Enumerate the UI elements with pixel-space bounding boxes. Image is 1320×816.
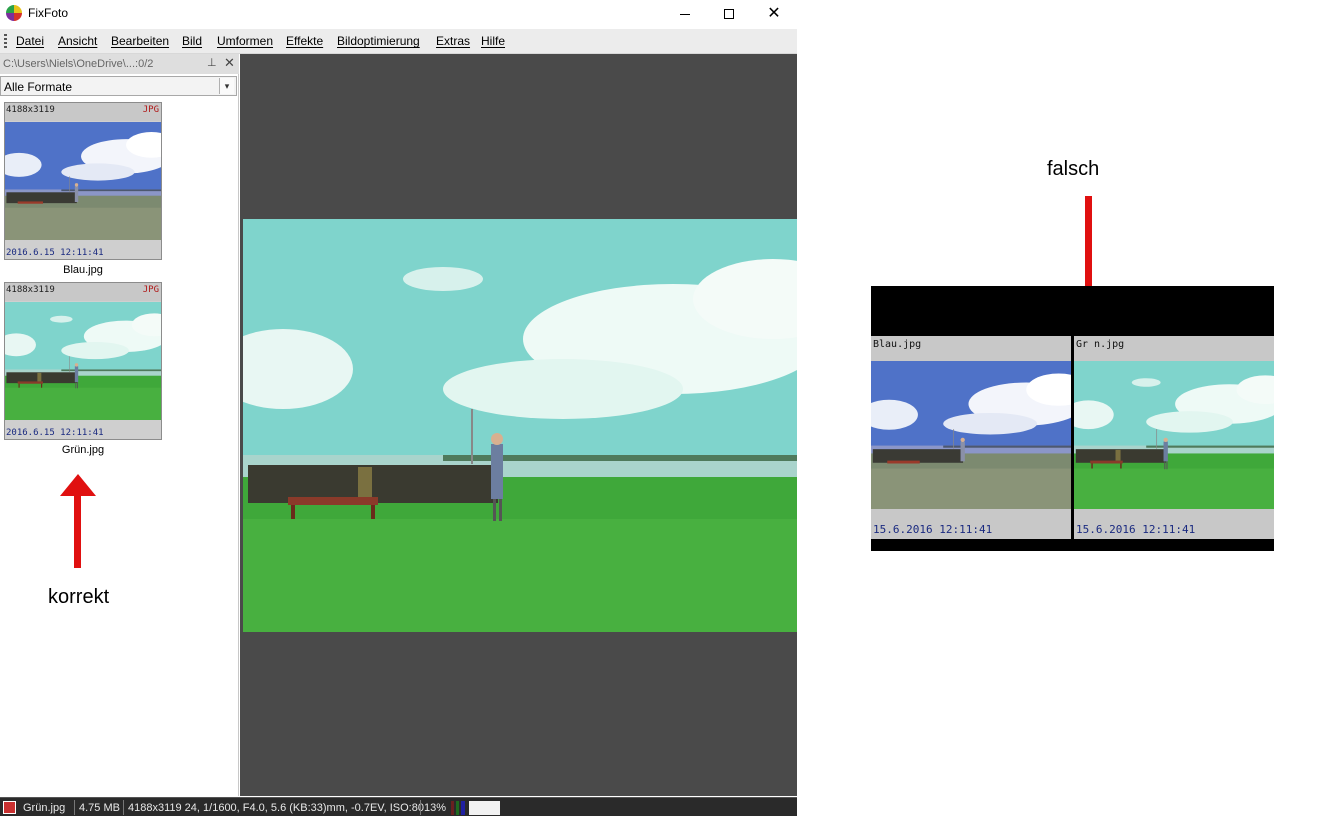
panel-close-icon[interactable]: ✕ bbox=[224, 55, 235, 71]
menu-hilfe[interactable]: Hilfe bbox=[481, 34, 505, 48]
wrong-thumbnail-blau: Blau.jpg 15.6.2016 12:11:41 bbox=[871, 336, 1071, 539]
menu-bearbeiten[interactable]: Bearbeiten bbox=[111, 34, 169, 48]
fixfoto-logo-icon bbox=[6, 5, 22, 21]
thumbnail-image bbox=[5, 302, 161, 420]
thumbnail-header: 4188x3119 JPG bbox=[5, 283, 161, 301]
status-zoom: 13% bbox=[424, 802, 447, 814]
thumbnail-format: JPG bbox=[142, 105, 159, 115]
arrow-shaft-falsch bbox=[1085, 196, 1092, 294]
menu-ansicht[interactable]: Ansicht bbox=[58, 34, 97, 48]
chevron-down-icon[interactable]: ▾ bbox=[219, 78, 234, 94]
thumbnail-header: 4188x3119 JPG bbox=[5, 103, 161, 121]
thumbnail-date: 2016.6.15 12:11:41 bbox=[6, 428, 104, 438]
image-file-icon bbox=[3, 801, 16, 814]
menu-datei[interactable]: Datei bbox=[16, 34, 44, 48]
falsch-label: falsch bbox=[1047, 158, 1100, 180]
pin-icon[interactable]: ⊥ bbox=[207, 56, 217, 69]
title-bar: FixFoto ✕ bbox=[0, 0, 797, 28]
thumbnail-date: 2016.6.15 12:11:41 bbox=[6, 248, 104, 258]
wrong-thumbnail-filename: Gr n.jpg bbox=[1076, 339, 1125, 350]
image-viewer[interactable] bbox=[240, 54, 797, 796]
maximize-icon bbox=[724, 9, 734, 19]
thumbnail-filename[interactable]: Blau.jpg bbox=[4, 264, 162, 276]
main-photo[interactable] bbox=[243, 219, 797, 632]
status-exif: 4188x3119 24, 1/1600, F4.0, 5.6 (KB:33)m… bbox=[128, 802, 424, 814]
format-filter-value: Alle Formate bbox=[4, 80, 73, 94]
folder-path: C:\Users\Niels\OneDrive\...:0/2 bbox=[3, 58, 154, 70]
close-icon: ✕ bbox=[767, 5, 781, 22]
thumbnail-blau[interactable]: 4188x3119 JPG 2016.6.15 12:11:41 bbox=[4, 102, 162, 260]
status-divider bbox=[74, 800, 75, 815]
arrow-shaft-korrekt bbox=[74, 490, 81, 568]
menu-bildoptimierung[interactable]: Bildoptimierung bbox=[337, 34, 420, 48]
file-browser-panel: C:\Users\Niels\OneDrive\...:0/2 ⊥ ✕ Alle… bbox=[0, 54, 239, 796]
wrong-thumbnail-date: 15.6.2016 12:11:41 bbox=[1076, 523, 1196, 536]
close-button[interactable]: ✕ bbox=[751, 0, 797, 28]
wrong-thumbnail-date: 15.6.2016 12:11:41 bbox=[873, 523, 993, 536]
thumbnail-image bbox=[5, 122, 161, 240]
toolbar-grip-icon[interactable] bbox=[4, 34, 7, 48]
arrow-up-icon bbox=[60, 474, 96, 496]
fixfoto-window: FixFoto ✕ Datei Ansicht Bearbeiten Bild … bbox=[0, 0, 797, 816]
status-filename: Grün.jpg bbox=[23, 802, 66, 814]
status-divider bbox=[420, 800, 421, 815]
status-divider bbox=[123, 800, 124, 815]
wrong-thumbnail-image bbox=[871, 361, 1071, 509]
browser-header: C:\Users\Niels\OneDrive\...:0/2 ⊥ ✕ bbox=[0, 54, 239, 74]
menu-umformen[interactable]: Umformen bbox=[217, 34, 273, 48]
window-title: FixFoto bbox=[28, 6, 69, 20]
korrekt-label: korrekt bbox=[48, 586, 110, 608]
menu-bild[interactable]: Bild bbox=[182, 34, 202, 48]
wrong-thumbnail-filename: Blau.jpg bbox=[873, 339, 922, 350]
status-bar: Grün.jpg 4.75 MB 4188x3119 24, 1/1600, F… bbox=[0, 797, 797, 816]
minimize-button[interactable] bbox=[662, 0, 708, 28]
wrong-thumbnail-gruen: Gr n.jpg 15.6.2016 12:11:41 bbox=[1074, 336, 1274, 539]
maximize-button[interactable] bbox=[706, 0, 752, 28]
thumbnail-filename[interactable]: Grün.jpg bbox=[4, 444, 162, 456]
thumbnail-format: JPG bbox=[142, 285, 159, 295]
color-channel-indicator bbox=[451, 801, 465, 815]
status-filesize: 4.75 MB bbox=[79, 802, 120, 814]
format-filter-select[interactable]: Alle Formate ▾ bbox=[0, 76, 237, 96]
thumbnail-dimensions: 4188x3119 bbox=[6, 285, 55, 295]
thumbnail-gruen[interactable]: 4188x3119 JPG 2016.6.15 12:11:41 bbox=[4, 282, 162, 440]
menu-effekte[interactable]: Effekte bbox=[286, 34, 323, 48]
menu-extras[interactable]: Extras bbox=[436, 34, 470, 48]
minimize-icon bbox=[680, 13, 690, 15]
thumbnail-dimensions: 4188x3119 bbox=[6, 105, 55, 115]
menu-bar: Datei Ansicht Bearbeiten Bild Umformen E… bbox=[0, 29, 797, 54]
color-swatch bbox=[469, 801, 500, 815]
wrong-thumbnail-image bbox=[1074, 361, 1274, 509]
wrong-thumbnail-panel: Blau.jpg 15.6.2016 12:11:41 Gr n.jpg 15.… bbox=[871, 286, 1274, 551]
